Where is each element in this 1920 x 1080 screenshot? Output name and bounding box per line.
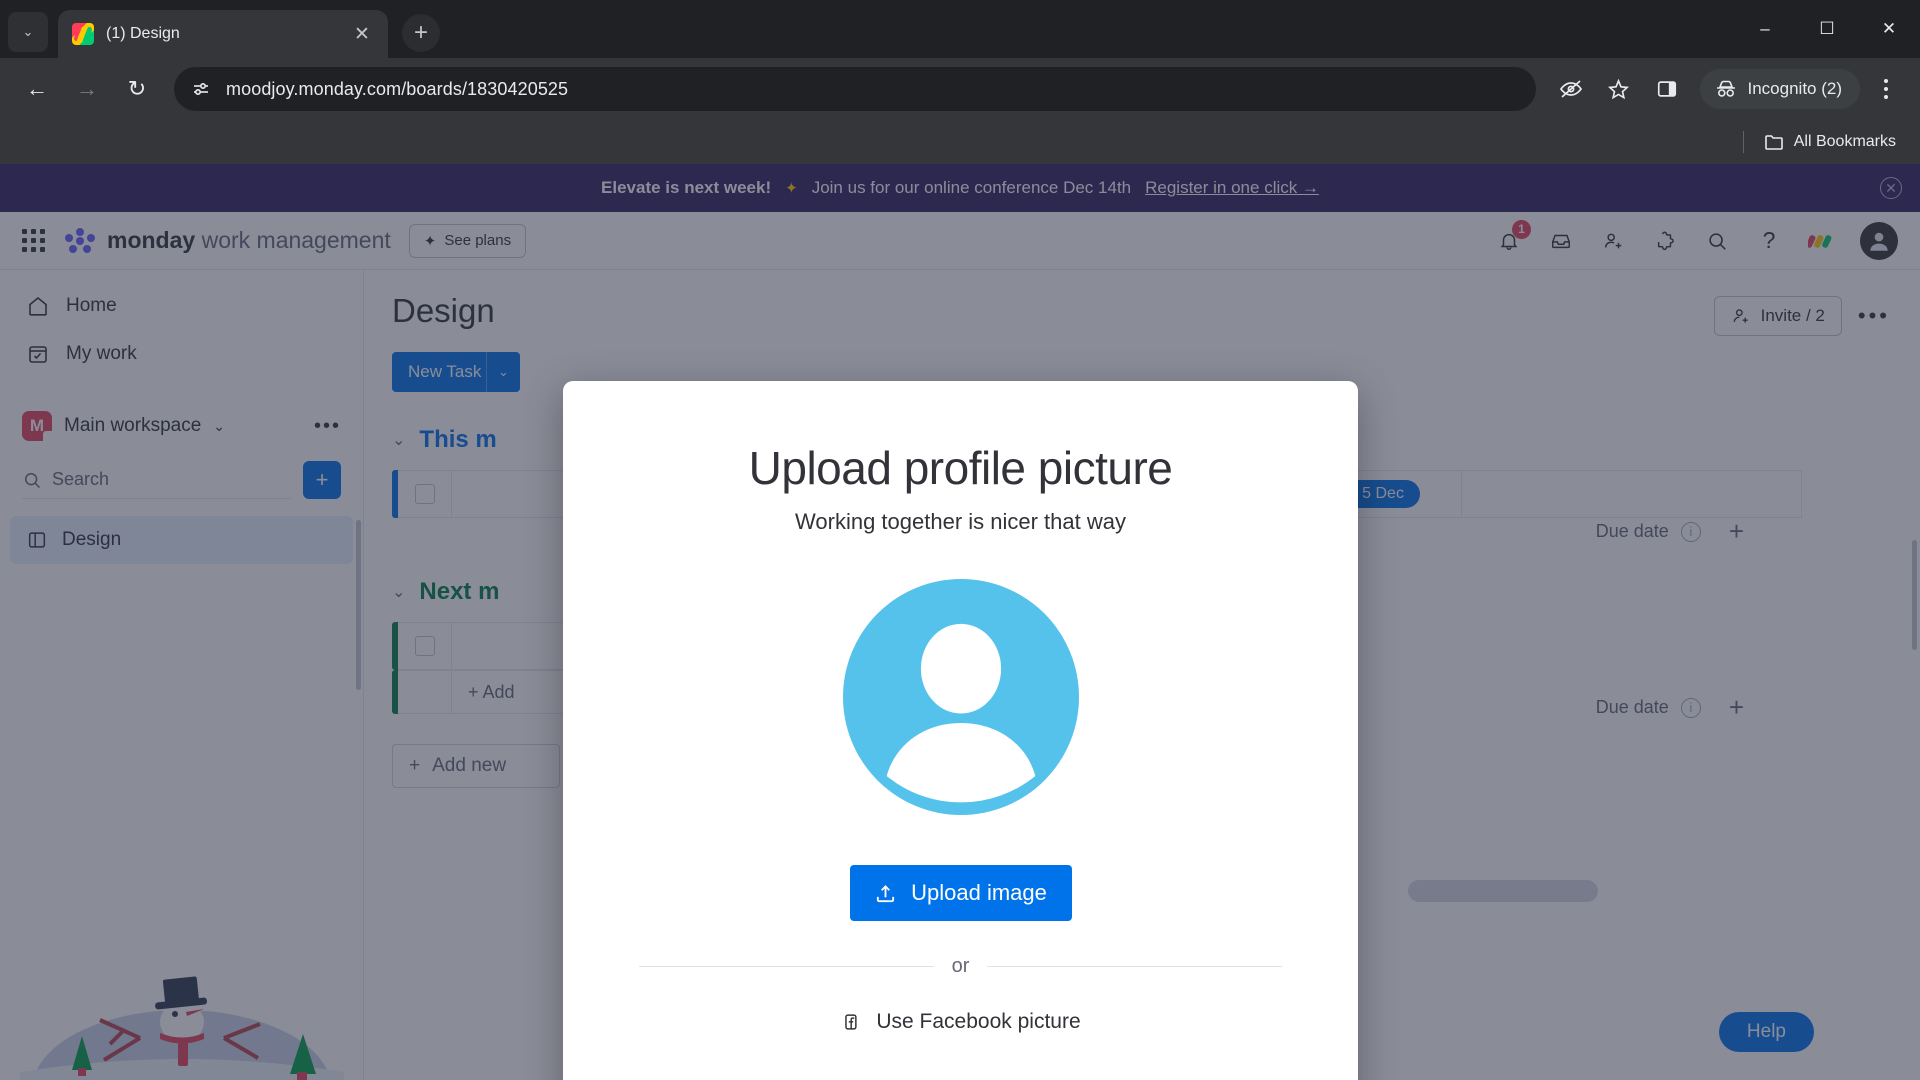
eye-off-icon[interactable] — [1550, 68, 1592, 110]
tab-strip: ⌄ (1) Design ✕ + – ☐ ✕ — [0, 0, 1920, 58]
folder-icon — [1764, 135, 1783, 150]
forward-button[interactable]: → — [64, 66, 110, 112]
minimize-button[interactable]: – — [1734, 0, 1796, 58]
tab-search-button[interactable]: ⌄ — [8, 12, 48, 52]
divider — [639, 966, 934, 967]
profile-incognito-button[interactable]: Incognito (2) — [1699, 69, 1860, 109]
dialog-title: Upload profile picture — [748, 442, 1173, 494]
tab-title: (1) Design — [106, 25, 180, 42]
upload-icon — [877, 884, 895, 902]
incognito-icon — [1716, 80, 1735, 97]
side-panel-icon[interactable] — [1646, 68, 1688, 110]
reload-button[interactable]: ↻ — [114, 66, 160, 112]
browser-toolbar: ← → ↻ moodjoy.monday.com/boards/18304205… — [0, 58, 1920, 120]
facebook-label: Use Facebook picture — [876, 1010, 1081, 1033]
bookmarks-bar: All Bookmarks — [0, 120, 1920, 164]
facebook-icon — [845, 1014, 857, 1030]
divider — [987, 966, 1283, 967]
browser-tab[interactable]: (1) Design ✕ — [58, 10, 388, 58]
all-bookmarks-label[interactable]: All Bookmarks — [1794, 133, 1896, 151]
profile-label: Incognito (2) — [1747, 79, 1843, 98]
chevron-down-icon: ⌄ — [22, 24, 34, 39]
page-settings-icon[interactable] — [190, 78, 212, 100]
divider — [1742, 131, 1744, 153]
maximize-button[interactable]: ☐ — [1796, 0, 1858, 58]
new-tab-button[interactable]: + — [402, 14, 440, 52]
toolbar-actions: Incognito (2) — [1550, 68, 1907, 110]
page-viewport: Elevate is next week! ✦ Join us for our … — [0, 164, 1920, 1080]
kebab-menu-icon[interactable] — [1866, 79, 1906, 99]
dialog-subtitle: Working together is nicer that way — [795, 509, 1126, 534]
bookmark-star-icon[interactable] — [1598, 68, 1640, 110]
close-icon[interactable]: ✕ — [350, 23, 374, 46]
monday-favicon-icon — [72, 23, 94, 45]
person-avatar-illustration — [842, 579, 1079, 815]
upload-image-button[interactable]: Upload image — [849, 865, 1072, 921]
upload-image-label: Upload image — [911, 880, 1047, 905]
browser-window: ⌄ (1) Design ✕ + – ☐ ✕ ← → ↻ moodjoy.mon… — [0, 0, 1920, 1080]
address-bar[interactable]: moodjoy.monday.com/boards/1830420525 — [174, 67, 1536, 111]
window-controls: – ☐ ✕ — [1734, 0, 1920, 58]
divider-row: or — [609, 955, 1312, 978]
use-facebook-picture-button[interactable]: Use Facebook picture — [609, 1010, 1312, 1034]
close-window-button[interactable]: ✕ — [1858, 0, 1920, 58]
url-text: moodjoy.monday.com/boards/1830420525 — [226, 78, 569, 99]
divider-label: or — [951, 955, 970, 977]
back-button[interactable]: ← — [14, 66, 60, 112]
upload-profile-picture-dialog: Upload profile picture Working together … — [563, 381, 1358, 1080]
